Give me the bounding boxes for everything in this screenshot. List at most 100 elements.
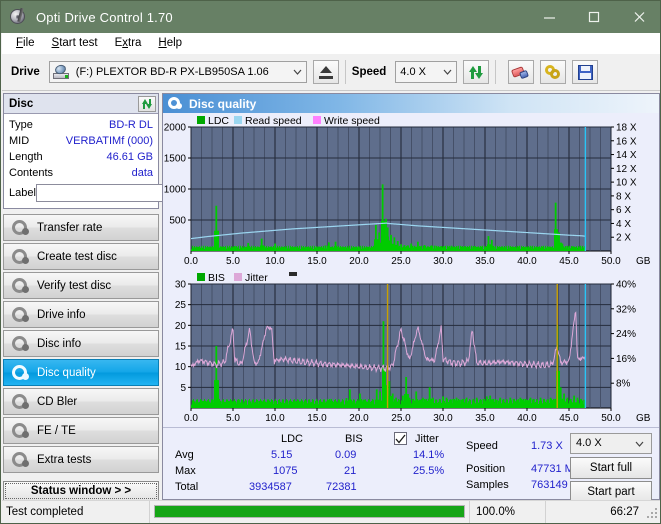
jitter-checkbox[interactable] — [394, 432, 407, 445]
sidebar-item-disc-quality[interactable]: Disc quality — [3, 359, 159, 386]
disc-row-mid-label: MID — [9, 135, 30, 147]
disc-row-mid: MID VERBATIMf (000) — [9, 133, 153, 149]
svg-text:14 X: 14 X — [616, 150, 637, 161]
progress-percent: 100.0% — [470, 500, 546, 523]
svg-text:15.0: 15.0 — [307, 413, 327, 424]
jitter-avg-value: 14.1% — [413, 449, 445, 461]
sidebar-item-verify-test-disc[interactable]: Verify test disc — [3, 272, 159, 299]
sidebar-item-transfer-rate[interactable]: Transfer rate — [3, 214, 159, 241]
disc-ring-icon — [11, 422, 29, 439]
svg-text:8%: 8% — [616, 379, 631, 390]
disc-ring-icon — [168, 97, 183, 110]
svg-text:6 X: 6 X — [616, 205, 631, 216]
progress-bar-fill — [155, 506, 464, 517]
stats-max-bis: 21 — [344, 465, 357, 477]
svg-text:40%: 40% — [616, 280, 636, 291]
svg-text:BIS: BIS — [208, 272, 225, 284]
close-icon[interactable] — [617, 1, 660, 33]
disc-row-type-value: BD-R DL — [108, 119, 153, 131]
menu-extra[interactable]: Extra — [107, 35, 151, 51]
sidebar-item-drive-info[interactable]: Drive info — [3, 301, 159, 328]
speed-stat-value: 1.73 X — [531, 440, 563, 452]
page-title: Disc quality — [189, 96, 257, 111]
jitter-max-value: 25.5% — [413, 465, 445, 477]
stats-col-bis: BIS — [345, 433, 363, 445]
menu-start-test[interactable]: Start test — [44, 35, 107, 51]
sidebar-item-label: Extra tests — [37, 453, 92, 466]
chevron-down-icon — [289, 69, 306, 75]
svg-text:30.0: 30.0 — [433, 256, 453, 267]
eject-button[interactable] — [312, 60, 339, 84]
toolbar: Drive (F:) PLEXTOR BD-R PX-LB950SA 1.06 … — [2, 54, 660, 91]
stats-col-ldc: LDC — [281, 433, 304, 445]
erase-button[interactable] — [508, 60, 535, 84]
svg-text:25.0: 25.0 — [391, 256, 411, 267]
sidebar-item-extra-tests[interactable]: Extra tests — [3, 446, 159, 473]
panel-header: Disc quality — [163, 94, 659, 113]
stats-row-max-label: Max — [175, 465, 196, 477]
disc-row-length-value: 46.61 GB — [106, 151, 153, 163]
disc-row-contents-value: data — [131, 167, 153, 179]
refresh-button[interactable] — [463, 60, 490, 84]
stats-row-total-label: Total — [175, 481, 199, 493]
disc-refresh-button[interactable] — [138, 95, 156, 112]
eraser-icon — [511, 65, 530, 80]
status-bar: Test completed 100.0% 66:27 — [2, 500, 660, 523]
menu-file[interactable]: File — [8, 35, 44, 51]
drive-icon — [52, 63, 69, 80]
disc-label-row: Label — [9, 182, 238, 204]
resize-grip-icon[interactable] — [647, 508, 659, 520]
title-bar: Opti Drive Control 1.70 — [1, 1, 660, 33]
sidebar-item-cd-bler[interactable]: CD Bler — [3, 388, 159, 415]
maximize-icon[interactable] — [572, 1, 617, 33]
svg-text:0.0: 0.0 — [184, 256, 198, 267]
sidebar-item-label: Disc quality — [37, 366, 96, 379]
disc-info-box: Disc Type BD-R DL MID VERBATIMf (000) Le… — [3, 93, 238, 209]
sidebar-item-label: Verify test disc — [37, 279, 112, 292]
svg-text:30: 30 — [175, 280, 187, 291]
menu-help[interactable]: Help — [150, 35, 191, 51]
svg-text:45.0: 45.0 — [559, 256, 579, 267]
drive-select[interactable]: (F:) PLEXTOR BD-R PX-LB950SA 1.06 — [48, 61, 307, 83]
minimize-icon[interactable] — [527, 1, 572, 33]
position-stat-label: Position — [466, 463, 506, 475]
disc-row-length: Length 46.61 GB — [9, 149, 153, 165]
start-full-button[interactable]: Start full — [570, 457, 652, 479]
status-message: Test completed — [2, 500, 150, 523]
sidebar-item-label: Disc info — [37, 337, 82, 350]
svg-text:Jitter: Jitter — [245, 272, 268, 284]
svg-text:10 X: 10 X — [616, 178, 637, 189]
disc-info-header: Disc — [4, 94, 158, 114]
samples-stat-label: Samples — [466, 479, 509, 491]
save-button[interactable] — [572, 60, 599, 84]
settings-button[interactable] — [540, 60, 567, 84]
disc-ring-icon — [11, 277, 29, 294]
status-window-button[interactable]: Status window > > — [3, 481, 159, 501]
speed-select[interactable]: 4.0 X — [395, 61, 458, 83]
test-speed-select[interactable]: 4.0 X — [570, 433, 652, 454]
speed-stat-label: Speed — [466, 440, 498, 452]
disc-row-type: Type BD-R DL — [9, 117, 153, 133]
disc-label-label: Label — [9, 187, 36, 199]
stats-avg-ldc: 5.15 — [271, 449, 293, 461]
disc-ring-icon — [11, 335, 29, 352]
sidebar-item-label: Transfer rate — [37, 221, 103, 234]
chevron-down-icon — [631, 434, 648, 453]
charts-area: 0.0 5.0 10.0 15.0 20.0 25.0 30.0 35.0 40.0 45.0 50… — [163, 113, 659, 427]
svg-text:40.0: 40.0 — [517, 256, 537, 267]
svg-text:LDC: LDC — [208, 115, 229, 127]
chain-links-icon — [544, 64, 562, 80]
disc-row-contents-label: Contents — [9, 167, 54, 179]
svg-text:10.0: 10.0 — [265, 256, 285, 267]
svg-text:5: 5 — [180, 383, 186, 394]
svg-text:15.0: 15.0 — [307, 256, 327, 267]
sidebar-item-create-test-disc[interactable]: Create test disc — [3, 243, 159, 270]
progress-cell — [150, 500, 470, 523]
sidebar-item-fe-te[interactable]: FE / TE — [3, 417, 159, 444]
sidebar-item-disc-info[interactable]: Disc info — [3, 330, 159, 357]
disc-info-rows: Type BD-R DL MID VERBATIMf (000) Length … — [4, 114, 238, 208]
disc-ring-icon — [11, 306, 29, 323]
stats-total-bis: 72381 — [326, 481, 357, 493]
disc-quality-panel: Disc quality 0.0 5.0 10.0 15.0 20.0 25.0 30.0 3… — [162, 93, 660, 503]
svg-text:32%: 32% — [616, 304, 636, 315]
